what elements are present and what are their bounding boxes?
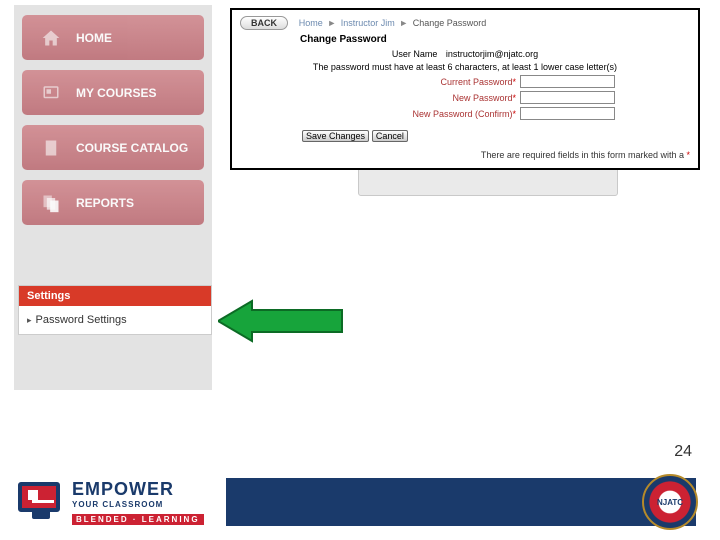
save-changes-button[interactable]: Save Changes <box>302 130 369 142</box>
logo-line1: EMPOWER <box>72 479 204 500</box>
cancel-button[interactable]: Cancel <box>372 130 408 142</box>
njatc-seal: NJATC <box>642 474 698 530</box>
confirm-password-label: New Password (Confirm) <box>412 109 512 119</box>
nav-label: MY COURSES <box>76 86 156 100</box>
back-button[interactable]: BACK <box>240 16 288 30</box>
empower-logo: EMPOWER YOUR CLASSROOM BLENDED · LEARNIN… <box>18 472 223 534</box>
settings-header: Settings <box>19 286 211 306</box>
nav-label: HOME <box>76 31 112 45</box>
monitor-icon <box>18 482 64 524</box>
required-fields-note: There are required fields in this form m… <box>481 150 690 160</box>
nav-home[interactable]: HOME <box>22 15 204 60</box>
footer-bar <box>226 478 696 526</box>
new-password-input[interactable] <box>520 91 615 104</box>
breadcrumb-home[interactable]: Home <box>299 18 323 28</box>
current-password-label: Current Password <box>440 77 512 87</box>
footer: EMPOWER YOUR CLASSROOM BLENDED · LEARNIN… <box>0 468 720 540</box>
settings-item-password[interactable]: Password Settings <box>19 306 211 334</box>
username-label: User Name <box>392 49 438 59</box>
settings-item-label: Password Settings <box>36 314 127 326</box>
callout-arrow <box>218 298 348 349</box>
logo-line3: BLENDED · LEARNING <box>72 514 204 525</box>
logo-line2: YOUR CLASSROOM <box>72 500 204 509</box>
nav-my-courses[interactable]: MY COURSES <box>22 70 204 115</box>
nav-reports[interactable]: REPORTS <box>22 180 204 225</box>
username-value: instructorjim@njatc.org <box>446 49 538 59</box>
breadcrumb-current: Change Password <box>413 18 487 28</box>
confirm-password-input[interactable] <box>520 107 615 120</box>
courses-icon <box>38 80 64 106</box>
background-panel <box>358 168 618 196</box>
nav-label: REPORTS <box>76 196 134 210</box>
breadcrumb-user[interactable]: Instructor Jim <box>341 18 395 28</box>
home-icon <box>38 25 64 51</box>
page-number: 24 <box>674 443 692 461</box>
new-password-label: New Password <box>452 93 512 103</box>
dialog-title: Change Password <box>300 34 690 45</box>
nav-course-catalog[interactable]: COURSE CATALOG <box>22 125 204 170</box>
catalog-icon <box>38 135 64 161</box>
settings-panel: Settings Password Settings <box>18 285 212 335</box>
breadcrumb: Home ► Instructor Jim ► Change Password <box>299 18 486 28</box>
current-password-input[interactable] <box>520 75 615 88</box>
reports-icon <box>38 190 64 216</box>
nav-label: COURSE CATALOG <box>76 141 188 155</box>
sidebar: HOME MY COURSES COURSE CATALOG REPORTS S… <box>14 5 212 390</box>
password-hint: The password must have at least 6 charac… <box>240 62 690 72</box>
change-password-dialog: BACK Home ► Instructor Jim ► Change Pass… <box>230 8 700 170</box>
